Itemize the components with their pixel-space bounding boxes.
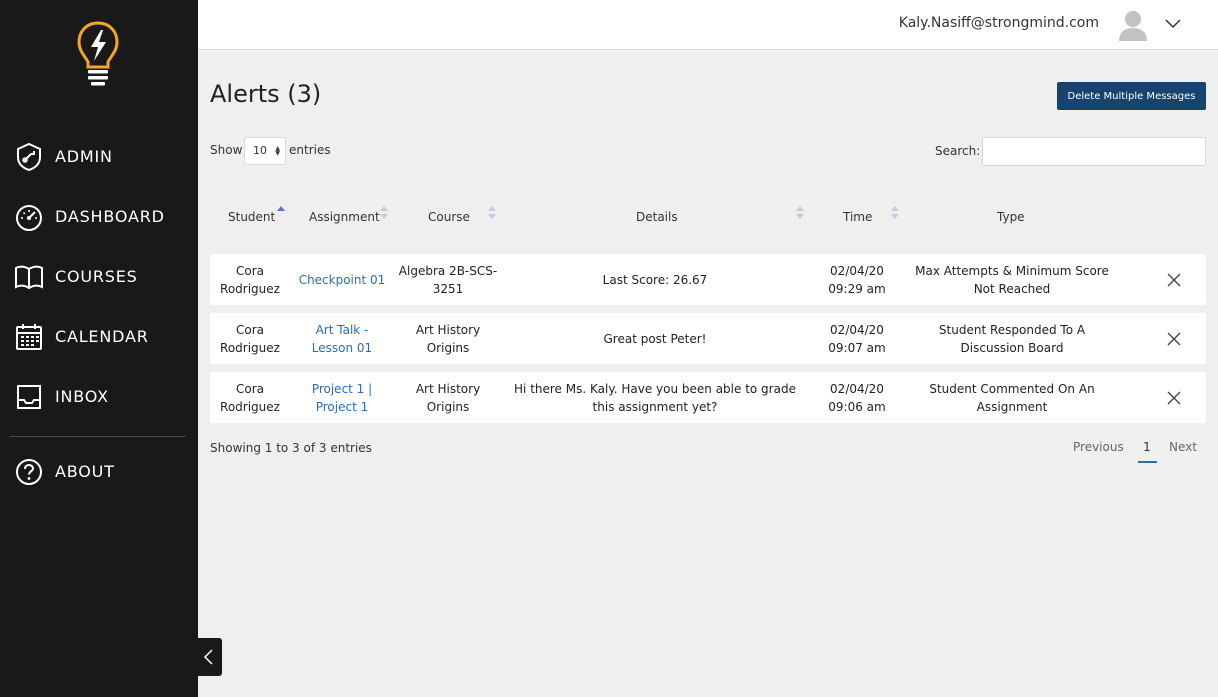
- entries-select-value: 10: [253, 144, 267, 157]
- page-title: Alerts (3): [210, 80, 322, 108]
- search-input[interactable]: [982, 137, 1206, 166]
- sidebar-item-calendar[interactable]: CALENDAR: [0, 316, 198, 360]
- cell-details: Great post Peter!: [603, 331, 707, 346]
- cell-course: Algebra 2B-SCS-3251: [398, 263, 498, 296]
- pagination-next-button[interactable]: Next: [1169, 440, 1197, 454]
- table-row: Cora Rodriguez Project 1 | Project 1 Art…: [210, 372, 1206, 423]
- cell-assignment-link[interactable]: Art Talk - Lesson 01: [296, 313, 388, 364]
- pagination-page-1[interactable]: 1: [1138, 440, 1156, 454]
- column-header-details[interactable]: Details: [636, 210, 678, 224]
- table-info: Showing 1 to 3 of 3 entries: [210, 441, 372, 455]
- sidebar-item-admin[interactable]: ADMIN: [0, 136, 198, 180]
- cell-type: Max Attempts & Minimum Score Not Reached: [915, 263, 1109, 296]
- sort-asc-icon[interactable]: [277, 206, 285, 220]
- close-icon[interactable]: [1167, 273, 1181, 287]
- sidebar-collapse-button[interactable]: [197, 638, 222, 676]
- column-header-assignment[interactable]: Assignment: [309, 210, 380, 224]
- sidebar-item-inbox[interactable]: INBOX: [0, 376, 198, 420]
- delete-multiple-messages-button[interactable]: Delete Multiple Messages: [1057, 82, 1206, 110]
- entries-per-page-select[interactable]: 10 ▲ ▼: [244, 137, 286, 165]
- chevron-down-icon[interactable]: [1164, 15, 1182, 33]
- cell-time: 02/04/20 09:29 am: [828, 263, 886, 296]
- cell-course: Art History Origins: [415, 322, 481, 355]
- top-bar: Kaly.Nasiff@strongmind.com: [198, 0, 1218, 50]
- cell-type: Student Responded To A Discussion Board: [938, 322, 1086, 355]
- sidebar-item-label: DASHBOARD: [55, 207, 165, 226]
- sidebar-item-courses[interactable]: COURSES: [0, 256, 198, 300]
- cell-details: Last Score: 26.67: [602, 272, 708, 287]
- cell-assignment-link[interactable]: Project 1 | Project 1: [296, 372, 388, 423]
- column-header-student[interactable]: Student: [228, 210, 275, 224]
- sidebar: ADMIN DASHBOARD COURSES CALENDAR INBOX A…: [0, 0, 198, 697]
- table-row: Cora Rodriguez Checkpoint 01 Algebra 2B-…: [210, 254, 1206, 305]
- cell-time: 02/04/20 09:06 am: [828, 381, 886, 414]
- sidebar-divider: [10, 436, 186, 437]
- search-label: Search:: [935, 144, 981, 158]
- close-icon[interactable]: [1167, 332, 1181, 346]
- cell-course: Art History Origins: [415, 381, 481, 414]
- cell-details: Hi there Ms. Kaly. Have you been able to…: [514, 381, 796, 414]
- table-row: Cora Rodriguez Art Talk - Lesson 01 Art …: [210, 313, 1206, 364]
- sort-icon[interactable]: [488, 206, 496, 220]
- sidebar-item-label: COURSES: [55, 267, 138, 286]
- inbox-icon: [17, 385, 41, 409]
- cell-student: Cora Rodriguez: [220, 381, 280, 414]
- show-label: Show: [210, 143, 243, 157]
- sort-icon[interactable]: [796, 206, 804, 220]
- chevron-left-icon: [203, 649, 213, 665]
- sidebar-item-dashboard[interactable]: DASHBOARD: [0, 196, 198, 240]
- pagination-active-indicator: [1138, 461, 1157, 463]
- sidebar-item-label: ADMIN: [55, 147, 113, 166]
- cell-student: Cora Rodriguez: [220, 263, 280, 296]
- question-icon: [16, 459, 42, 485]
- column-header-course[interactable]: Course: [428, 210, 470, 224]
- sort-icon[interactable]: [891, 206, 899, 220]
- entries-label: entries: [289, 143, 331, 157]
- select-arrows-icon: ▲ ▼: [275, 145, 280, 157]
- cell-time: 02/04/20 09:07 am: [828, 322, 886, 355]
- book-icon: [15, 265, 43, 290]
- calendar-icon: [16, 324, 42, 350]
- lightbulb-logo-icon: [77, 21, 119, 86]
- dashboard-gauge-icon: [16, 205, 42, 231]
- column-header-time[interactable]: Time: [843, 210, 872, 224]
- pagination-previous-button[interactable]: Previous: [1073, 440, 1124, 454]
- sidebar-item-label: ABOUT: [55, 462, 115, 481]
- cell-assignment-link[interactable]: Checkpoint 01: [296, 254, 388, 305]
- sidebar-item-about[interactable]: ABOUT: [0, 451, 198, 495]
- user-email: Kaly.Nasiff@strongmind.com: [898, 15, 1099, 31]
- close-icon[interactable]: [1167, 391, 1181, 405]
- sidebar-item-label: INBOX: [55, 387, 109, 406]
- cell-type: Student Commented On An Assignment: [929, 381, 1095, 414]
- column-header-type: Type: [997, 210, 1025, 224]
- cell-student: Cora Rodriguez: [220, 322, 280, 355]
- sidebar-item-label: CALENDAR: [55, 327, 149, 346]
- admin-shield-icon: [17, 142, 41, 172]
- sort-icon[interactable]: [380, 206, 388, 220]
- avatar[interactable]: [1116, 8, 1150, 42]
